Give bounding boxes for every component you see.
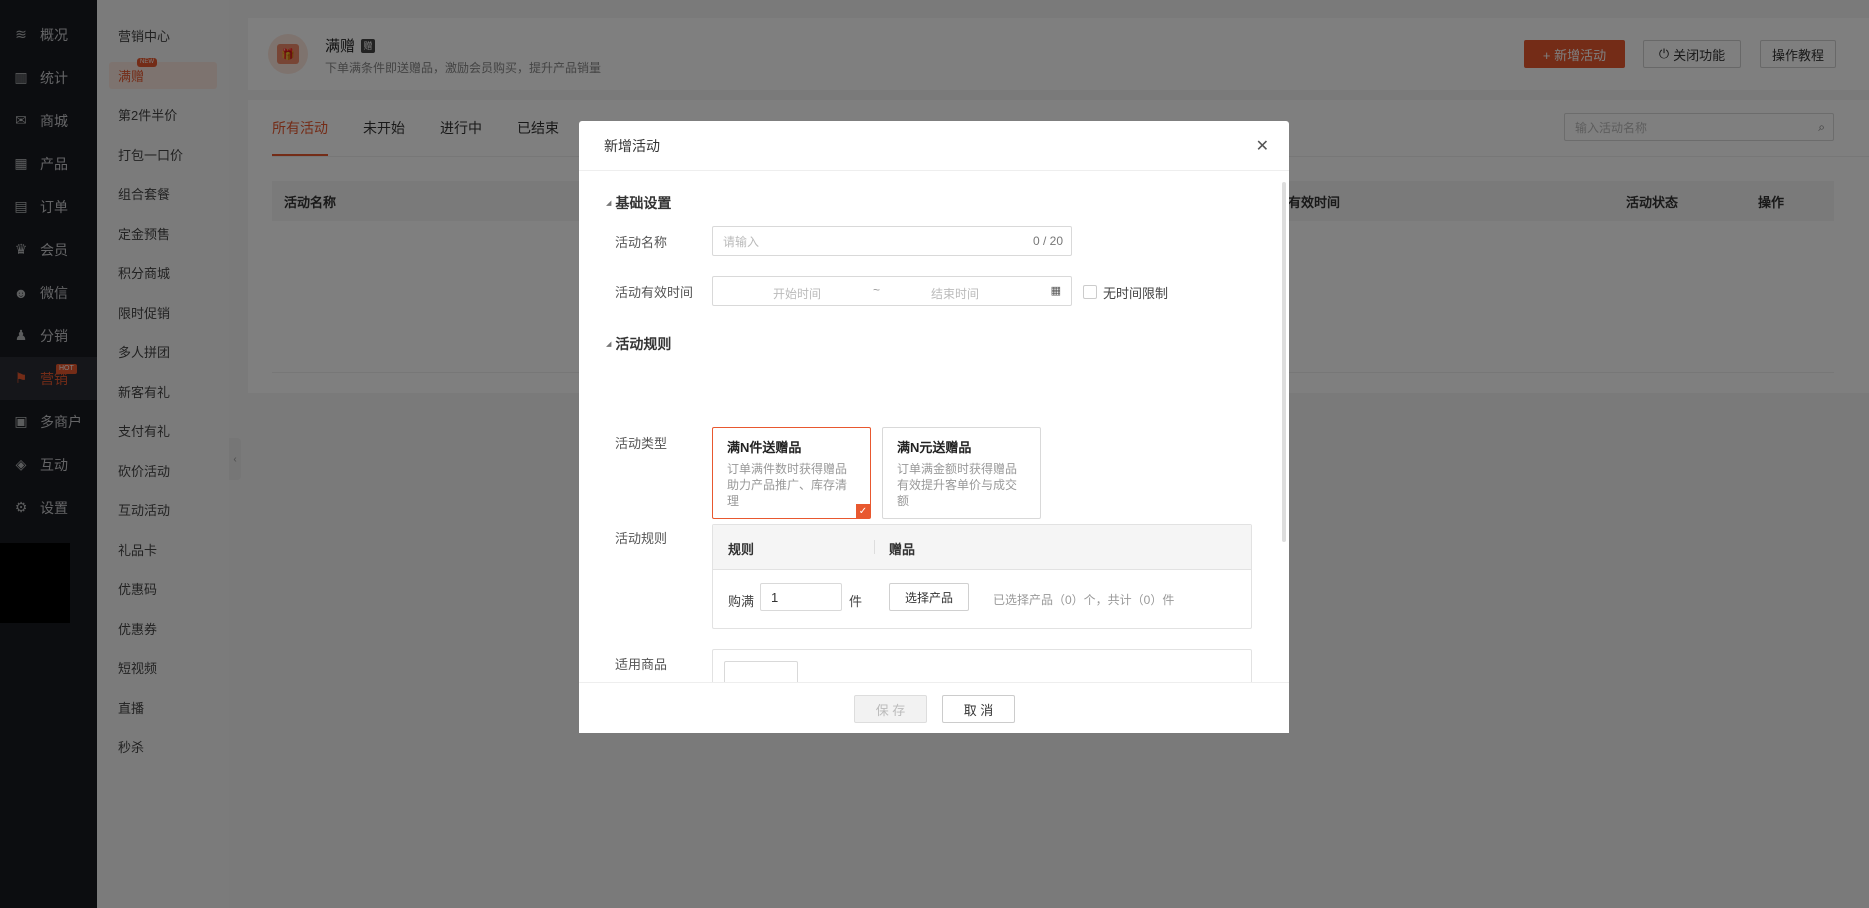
time-label: 活动有效时间 [615,285,694,300]
activity-name-input[interactable]: 请输入 0 / 20 [712,226,1072,256]
section-basic-title: 基础设置 [606,193,671,213]
type-card-quantity[interactable]: 满N件送赠品 订单满件数时获得赠品助力产品推广、库存清理 ✓ [712,427,871,519]
end-time-placeholder: 结束时间 [931,287,980,301]
quantity-input[interactable]: 1 [760,583,842,611]
type-label: 活动类型 [615,436,668,451]
new-activity-dialog: 新增活动 ✕ 基础设置 活动名称 请输入 0 / 20 活动有效时间 开始时间 … [579,121,1289,733]
no-time-limit-label[interactable]: 无时间限制 [1103,283,1168,302]
char-count: 0 / 20 [1032,234,1063,248]
rules-table-header: 规则 赠品 [713,525,1251,570]
goods-label: 适用商品 [615,657,668,672]
rules-table: 规则 赠品 购满 1 件 选择产品 已选择产品（0）个，共计（0）件 [712,524,1252,629]
add-goods-button[interactable]: + [724,661,798,682]
rule-row: 购满 1 件 选择产品 已选择产品（0）个，共计（0）件 [713,570,1251,628]
no-time-limit-checkbox[interactable] [1083,285,1097,299]
close-icon[interactable]: ✕ [1256,136,1269,156]
choose-product-button[interactable]: 选择产品 [889,583,969,611]
date-range-picker[interactable]: 开始时间 ~ 结束时间 ▦ [712,276,1072,306]
name-label: 活动名称 [615,235,668,250]
dialog-title: 新增活动 [604,137,660,154]
save-button[interactable]: 保 存 [854,695,927,723]
section-rules-title: 活动规则 [606,334,671,354]
type-card-amount[interactable]: 满N元送赠品 订单满金额时获得赠品有效提升客单价与成交额 [882,427,1041,519]
dialog-footer: 保 存 取 消 [579,682,1289,733]
calendar-icon: ▦ [1050,285,1061,297]
check-icon: ✓ [856,504,870,518]
scrollbar[interactable] [1282,182,1286,542]
dialog-header: 新增活动 ✕ [579,121,1289,171]
dialog-body: 基础设置 活动名称 请输入 0 / 20 活动有效时间 开始时间 ~ 结束时间 … [579,172,1289,682]
start-time-placeholder: 开始时间 [773,287,822,301]
rules-label: 活动规则 [615,531,668,546]
range-separator: ~ [873,283,881,297]
applicable-goods-box: + [712,649,1252,682]
cancel-button[interactable]: 取 消 [942,695,1015,723]
selected-info: 已选择产品（0）个，共计（0）件 [993,593,1175,607]
